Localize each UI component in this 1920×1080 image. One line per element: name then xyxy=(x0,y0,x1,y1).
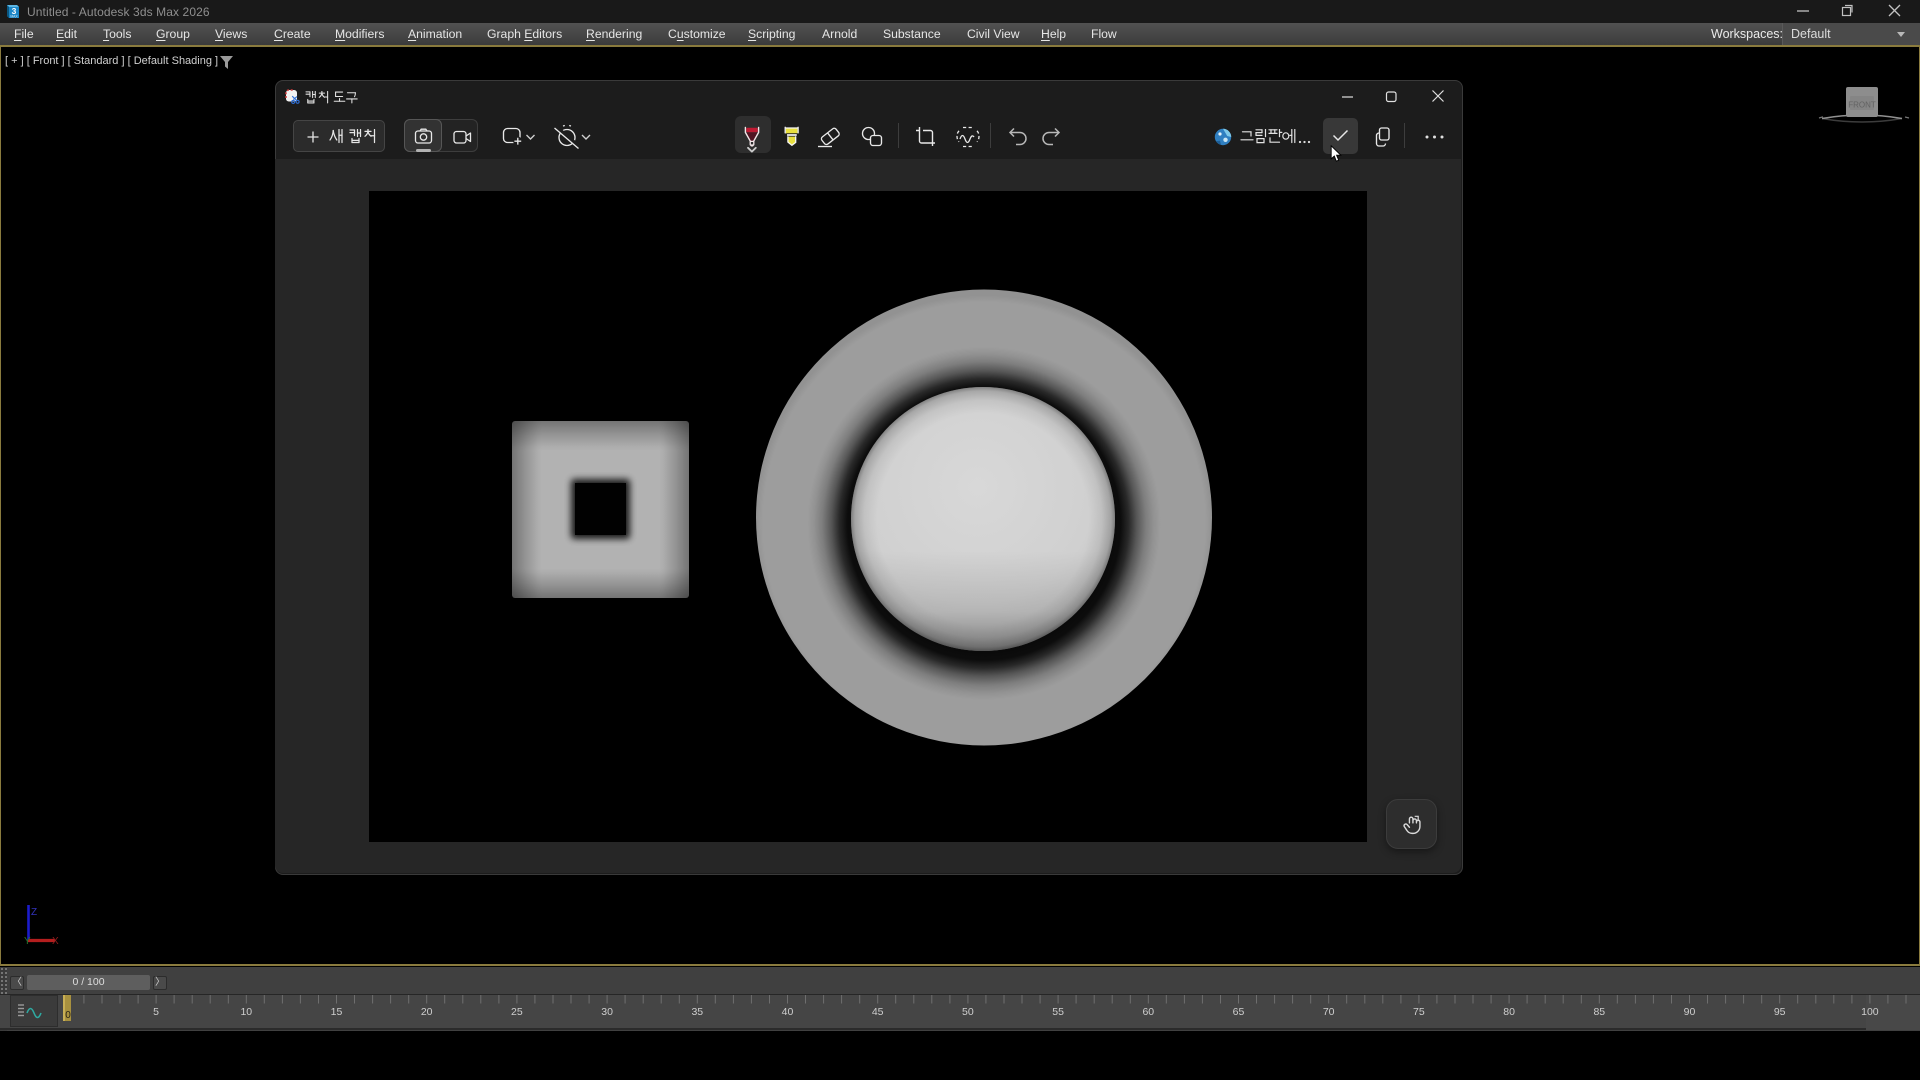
svg-text:FRONT: FRONT xyxy=(1848,101,1876,110)
svg-text:Y: Y xyxy=(24,936,31,947)
svg-text:65: 65 xyxy=(1233,1006,1245,1018)
svg-text:100: 100 xyxy=(1861,1006,1879,1018)
svg-text:80: 80 xyxy=(1503,1006,1515,1018)
svg-text:15: 15 xyxy=(331,1006,343,1018)
svg-text:5: 5 xyxy=(153,1006,159,1018)
svg-text:MAX: MAX xyxy=(10,15,18,19)
svg-text:25: 25 xyxy=(511,1006,523,1018)
svg-text:85: 85 xyxy=(1593,1006,1605,1018)
svg-text:95: 95 xyxy=(1774,1006,1786,1018)
svg-text:20: 20 xyxy=(421,1006,433,1018)
svg-text:Z: Z xyxy=(31,907,37,918)
svg-text:60: 60 xyxy=(1142,1006,1154,1018)
svg-text:X: X xyxy=(52,936,59,947)
svg-text:10: 10 xyxy=(240,1006,252,1018)
svg-text:90: 90 xyxy=(1684,1006,1696,1018)
svg-text:30: 30 xyxy=(601,1006,613,1018)
svg-text:45: 45 xyxy=(872,1006,884,1018)
svg-text:55: 55 xyxy=(1052,1006,1064,1018)
svg-text:70: 70 xyxy=(1323,1006,1335,1018)
svg-text:50: 50 xyxy=(962,1006,974,1018)
svg-text:40: 40 xyxy=(782,1006,794,1018)
svg-text:35: 35 xyxy=(691,1006,703,1018)
svg-text:75: 75 xyxy=(1413,1006,1425,1018)
